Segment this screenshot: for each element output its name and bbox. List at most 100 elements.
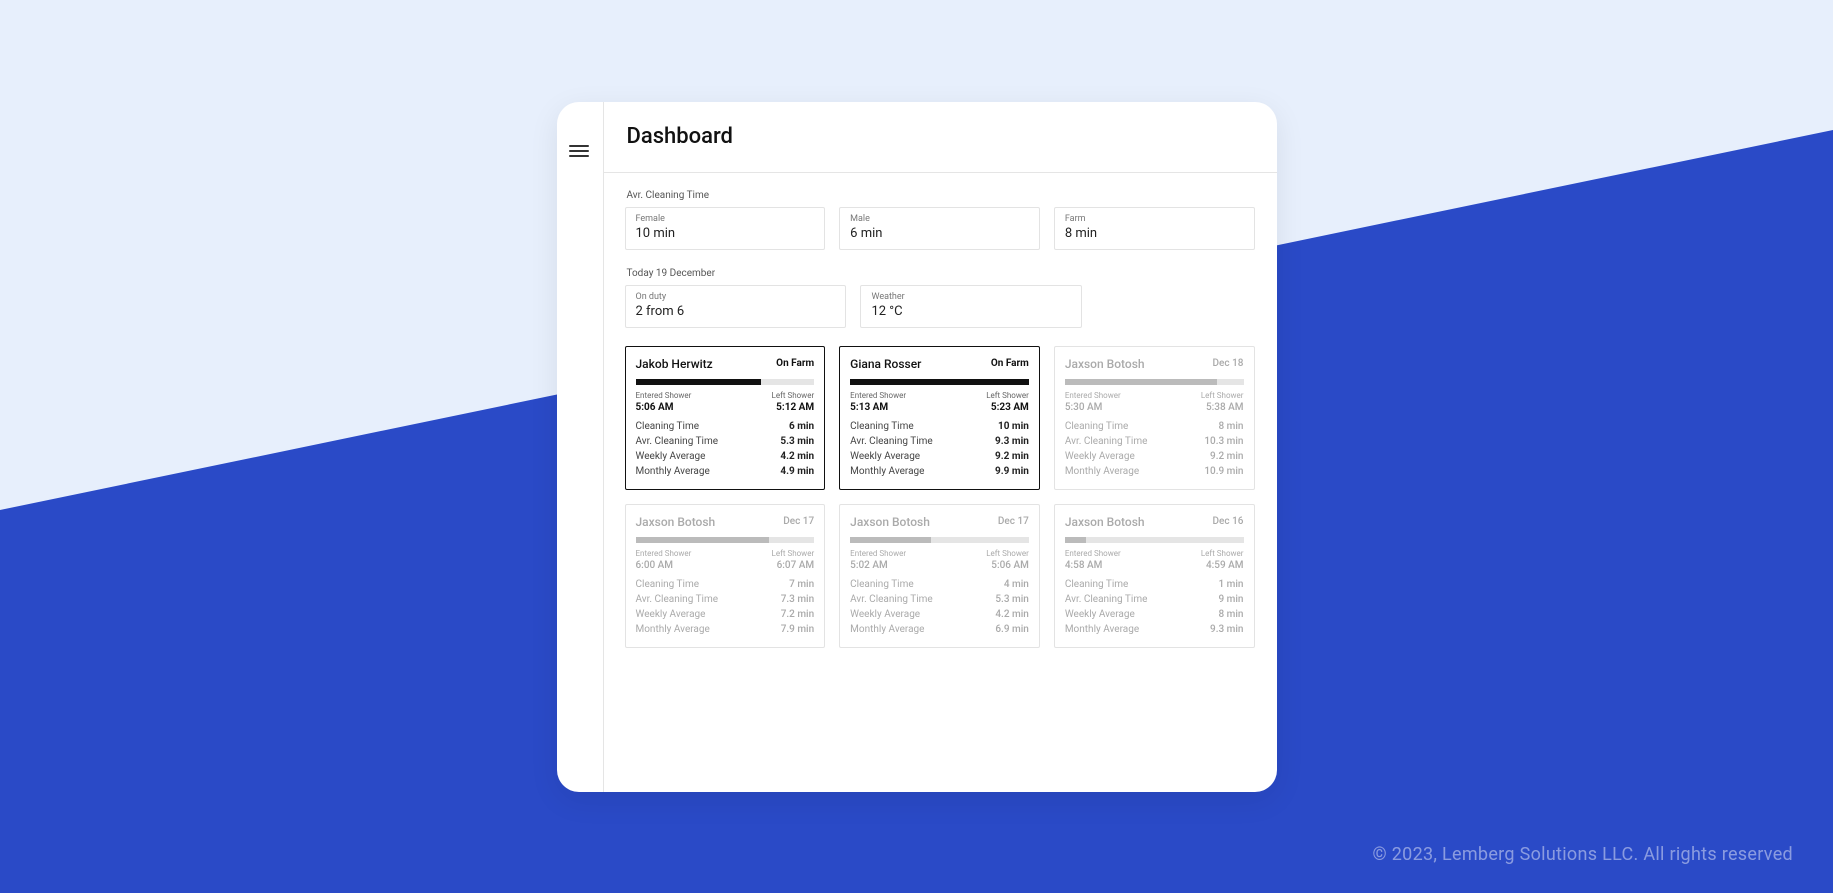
- entered-value: 5:06 AM: [636, 402, 674, 413]
- metric-value: 6 min: [789, 421, 814, 432]
- today-card-value: 12 °C: [871, 304, 1071, 319]
- app-window: Dashboard Avr. Cleaning Time Female 10 m…: [557, 102, 1277, 792]
- metric-value: 5.3 min: [995, 594, 1028, 605]
- metric-label: Monthly Average: [1065, 466, 1139, 477]
- avg-cards-row: Female 10 min Male 6 min Farm 8 min: [625, 207, 1255, 250]
- today-card-label: Weather: [871, 292, 1071, 302]
- metric-value: 10 min: [998, 421, 1029, 432]
- side-rail: [557, 102, 604, 792]
- metric-value: 4.9 min: [780, 466, 814, 477]
- metric-value: 4 min: [1004, 579, 1029, 590]
- metric-value: 7.9 min: [781, 624, 814, 635]
- metric-label: Avr. Cleaning Time: [636, 594, 719, 605]
- person-card[interactable]: Jaxson Botosh Dec 17 Entered Shower Left…: [839, 504, 1040, 648]
- person-name: Jaxson Botosh: [1065, 357, 1145, 371]
- person-status-badge: On Farm: [991, 358, 1029, 369]
- left-label: Left Shower: [1201, 549, 1244, 558]
- left-value: 5:23 AM: [991, 402, 1029, 413]
- section-label-avg: Avr. Cleaning Time: [627, 190, 1255, 201]
- person-name: Jaxson Botosh: [1065, 515, 1145, 529]
- left-label: Left Shower: [772, 549, 815, 558]
- left-value: 5:06 AM: [991, 560, 1029, 571]
- progress-bar: [1065, 379, 1244, 385]
- person-status-badge: Dec 17: [783, 516, 814, 527]
- progress-bar: [850, 379, 1029, 385]
- today-card-duty: On duty 2 from 6: [625, 285, 847, 328]
- metric-label: Cleaning Time: [636, 579, 700, 590]
- metric-value: 9.2 min: [995, 451, 1029, 462]
- metric-label: Avr. Cleaning Time: [1065, 436, 1148, 447]
- left-label: Left Shower: [772, 391, 815, 400]
- metric-label: Avr. Cleaning Time: [850, 594, 933, 605]
- person-card[interactable]: Giana Rosser On Farm Entered Shower Left…: [839, 346, 1040, 490]
- metric-label: Avr. Cleaning Time: [850, 436, 933, 447]
- metric-value: 9 min: [1219, 594, 1244, 605]
- left-label: Left Shower: [1201, 391, 1244, 400]
- metric-value: 1 min: [1219, 579, 1244, 590]
- metric-label: Weekly Average: [850, 451, 920, 462]
- metric-label: Cleaning Time: [850, 421, 914, 432]
- metric-label: Monthly Average: [850, 624, 924, 635]
- left-value: 5:38 AM: [1206, 402, 1244, 413]
- person-name: Jakob Herwitz: [636, 357, 713, 371]
- left-label: Left Shower: [986, 549, 1029, 558]
- metric-label: Monthly Average: [636, 624, 710, 635]
- metric-label: Monthly Average: [1065, 624, 1139, 635]
- entered-value: 5:30 AM: [1065, 402, 1103, 413]
- metric-value: 9.3 min: [995, 436, 1029, 447]
- entered-value: 6:00 AM: [636, 560, 674, 571]
- avg-card-value: 10 min: [636, 226, 815, 241]
- entered-label: Entered Shower: [636, 549, 692, 558]
- progress-bar: [1065, 537, 1244, 543]
- entered-label: Entered Shower: [1065, 549, 1121, 558]
- avg-card-label: Female: [636, 214, 815, 224]
- person-name: Jaxson Botosh: [850, 515, 930, 529]
- left-value: 4:59 AM: [1206, 560, 1244, 571]
- entered-label: Entered Shower: [1065, 391, 1121, 400]
- today-card-label: On duty: [636, 292, 836, 302]
- metric-label: Cleaning Time: [850, 579, 914, 590]
- metric-label: Cleaning Time: [1065, 421, 1129, 432]
- people-grid: Jakob Herwitz On Farm Entered Shower Lef…: [625, 346, 1255, 648]
- today-cards-row: On duty 2 from 6 Weather 12 °C: [625, 285, 1255, 328]
- avg-card-value: 6 min: [850, 226, 1029, 241]
- person-card[interactable]: Jaxson Botosh Dec 17 Entered Shower Left…: [625, 504, 826, 648]
- avg-card-label: Male: [850, 214, 1029, 224]
- metric-label: Monthly Average: [850, 466, 924, 477]
- metric-label: Cleaning Time: [1065, 579, 1129, 590]
- metric-value: 8 min: [1219, 609, 1244, 620]
- entered-label: Entered Shower: [636, 391, 692, 400]
- menu-icon[interactable]: [569, 142, 589, 156]
- metric-label: Weekly Average: [636, 609, 706, 620]
- progress-bar: [850, 537, 1029, 543]
- person-status-badge: On Farm: [776, 358, 814, 369]
- metric-value: 7.3 min: [781, 594, 814, 605]
- metric-value: 7.2 min: [781, 609, 814, 620]
- metric-value: 7 min: [789, 579, 814, 590]
- footer-copyright: © 2023, Lemberg Solutions LLC. All right…: [1373, 844, 1793, 865]
- entered-value: 5:02 AM: [850, 560, 888, 571]
- metric-label: Weekly Average: [636, 451, 706, 462]
- progress-bar: [636, 537, 815, 543]
- metric-label: Monthly Average: [636, 466, 710, 477]
- person-card[interactable]: Jaxson Botosh Dec 18 Entered Shower Left…: [1054, 346, 1255, 490]
- person-card[interactable]: Jakob Herwitz On Farm Entered Shower Lef…: [625, 346, 826, 490]
- section-label-today: Today 19 December: [627, 268, 1255, 279]
- today-card-weather: Weather 12 °C: [860, 285, 1082, 328]
- entered-value: 5:13 AM: [850, 402, 888, 413]
- metric-value: 4.2 min: [995, 609, 1028, 620]
- app-header: Dashboard: [603, 102, 1277, 173]
- person-status-badge: Dec 17: [998, 516, 1029, 527]
- metric-value: 8 min: [1219, 421, 1244, 432]
- person-card[interactable]: Jaxson Botosh Dec 16 Entered Shower Left…: [1054, 504, 1255, 648]
- metric-value: 4.2 min: [780, 451, 814, 462]
- left-value: 5:12 AM: [776, 402, 814, 413]
- person-name: Giana Rosser: [850, 357, 921, 371]
- metric-label: Weekly Average: [850, 609, 920, 620]
- progress-bar: [636, 379, 815, 385]
- avg-card-label: Farm: [1065, 214, 1244, 224]
- entered-label: Entered Shower: [850, 549, 906, 558]
- left-label: Left Shower: [986, 391, 1029, 400]
- metric-label: Avr. Cleaning Time: [636, 436, 719, 447]
- metric-value: 6.9 min: [995, 624, 1028, 635]
